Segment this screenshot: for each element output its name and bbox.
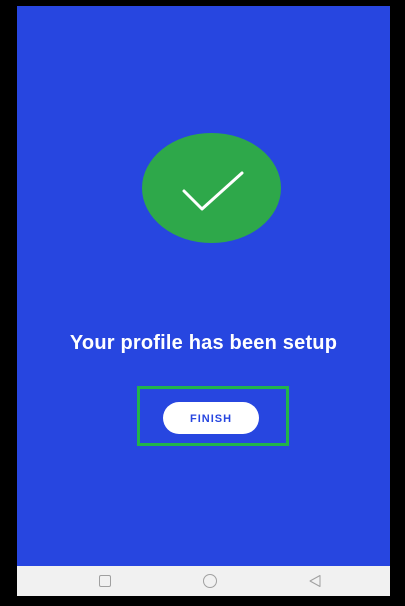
success-badge — [142, 133, 281, 243]
home-button[interactable] — [202, 573, 218, 589]
device-frame: Your profile has been setup FINISH — [0, 0, 405, 606]
profile-setup-message: Your profile has been setup — [69, 332, 338, 354]
back-button[interactable] — [307, 573, 323, 589]
square-icon — [99, 575, 111, 587]
recent-apps-button[interactable] — [97, 573, 113, 589]
checkmark-icon — [182, 171, 244, 211]
triangle-back-icon — [309, 575, 321, 587]
circle-icon — [203, 574, 217, 588]
setup-complete-screen: Your profile has been setup FINISH — [17, 6, 390, 566]
system-navigation-bar — [17, 566, 390, 596]
finish-button[interactable]: FINISH — [163, 402, 259, 434]
